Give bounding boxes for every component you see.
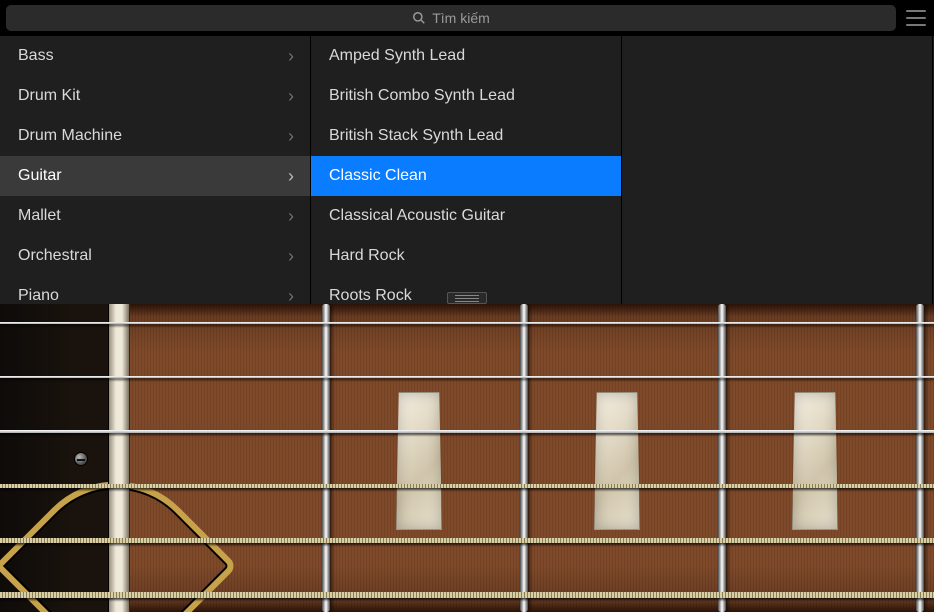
category-item[interactable]: Mallet › bbox=[0, 196, 310, 236]
chevron-right-icon: › bbox=[288, 167, 294, 185]
preset-item[interactable]: Classical Acoustic Guitar bbox=[311, 196, 621, 236]
guitar-string-3[interactable] bbox=[0, 430, 934, 433]
fret-inlay bbox=[594, 392, 640, 530]
preset-label: Amped Synth Lead bbox=[329, 47, 605, 65]
chevron-right-icon: › bbox=[288, 287, 294, 304]
guitar-fret bbox=[520, 304, 528, 612]
preset-column: Amped Synth Lead British Combo Synth Lea… bbox=[311, 36, 622, 304]
fret-inlay bbox=[792, 392, 838, 530]
category-item[interactable]: Orchestral › bbox=[0, 236, 310, 276]
guitar-fret bbox=[916, 304, 924, 612]
top-bar: Tìm kiếm bbox=[0, 0, 934, 36]
guitar-fretboard[interactable] bbox=[0, 304, 934, 612]
category-item-selected[interactable]: Guitar › bbox=[0, 156, 310, 196]
category-item[interactable]: Bass › bbox=[0, 36, 310, 76]
preset-item[interactable]: British Combo Synth Lead bbox=[311, 76, 621, 116]
panel-resize-handle[interactable] bbox=[447, 292, 487, 304]
category-label: Orchestral bbox=[18, 247, 288, 265]
chevron-right-icon: › bbox=[288, 247, 294, 265]
preset-label: Classic Clean bbox=[329, 167, 605, 185]
preset-item-selected[interactable]: Classic Clean bbox=[311, 156, 621, 196]
preset-label: British Stack Synth Lead bbox=[329, 127, 605, 145]
preset-label: Classical Acoustic Guitar bbox=[329, 207, 605, 225]
sound-browser: Bass › Drum Kit › Drum Machine › Guitar … bbox=[0, 36, 934, 304]
search-field[interactable]: Tìm kiếm bbox=[6, 5, 896, 31]
category-label: Mallet bbox=[18, 207, 288, 225]
preset-label: Hard Rock bbox=[329, 247, 605, 265]
menu-button[interactable] bbox=[904, 10, 928, 26]
chevron-right-icon: › bbox=[288, 207, 294, 225]
category-item[interactable]: Piano › bbox=[0, 276, 310, 304]
preset-item[interactable]: Amped Synth Lead bbox=[311, 36, 621, 76]
category-label: Drum Kit bbox=[18, 87, 288, 105]
category-column: Bass › Drum Kit › Drum Machine › Guitar … bbox=[0, 36, 311, 304]
category-label: Drum Machine bbox=[18, 127, 288, 145]
truss-rod-screw-icon bbox=[74, 452, 88, 466]
chevron-right-icon: › bbox=[288, 127, 294, 145]
preset-item[interactable]: British Stack Synth Lead bbox=[311, 116, 621, 156]
search-placeholder: Tìm kiếm bbox=[432, 10, 490, 26]
category-item[interactable]: Drum Machine › bbox=[0, 116, 310, 156]
empty-column bbox=[622, 36, 933, 304]
guitar-string-5[interactable] bbox=[0, 538, 934, 543]
guitar-headstock bbox=[0, 304, 108, 612]
guitar-string-2[interactable] bbox=[0, 376, 934, 378]
guitar-fret bbox=[322, 304, 330, 612]
preset-item[interactable]: Hard Rock bbox=[311, 236, 621, 276]
chevron-right-icon: › bbox=[288, 87, 294, 105]
category-item[interactable]: Drum Kit › bbox=[0, 76, 310, 116]
guitar-nut bbox=[108, 304, 130, 612]
category-label: Piano bbox=[18, 287, 288, 304]
chevron-right-icon: › bbox=[288, 47, 294, 65]
guitar-string-1[interactable] bbox=[0, 322, 934, 324]
preset-label: British Combo Synth Lead bbox=[329, 87, 605, 105]
fret-inlay bbox=[396, 392, 442, 530]
category-label: Bass bbox=[18, 47, 288, 65]
guitar-string-6[interactable] bbox=[0, 592, 934, 598]
search-icon bbox=[412, 11, 426, 25]
guitar-fret bbox=[718, 304, 726, 612]
guitar-string-4[interactable] bbox=[0, 484, 934, 488]
category-label: Guitar bbox=[18, 167, 288, 185]
